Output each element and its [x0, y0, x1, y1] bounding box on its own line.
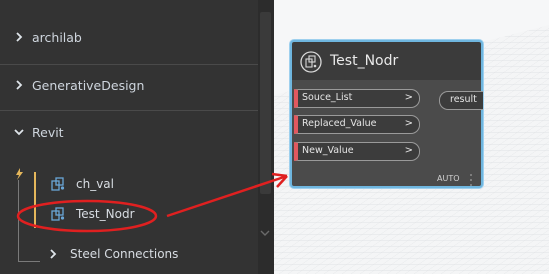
scrollbar-thumb[interactable] [260, 12, 271, 194]
library-section-generativedesign[interactable]: GenerativeDesign [0, 58, 258, 112]
input-port-replaced-value[interactable]: Replaced_Value > [294, 115, 420, 134]
port-label: Replaced_Value [302, 118, 377, 129]
chevron-right-icon [16, 32, 23, 42]
port-label: result [450, 94, 477, 105]
more-options-icon[interactable] [469, 173, 473, 187]
section-label: archilab [32, 29, 82, 45]
custom-node-icon [300, 51, 322, 73]
library-item-label: Test_Nodr [76, 207, 135, 221]
input-port-new-value[interactable]: New_Value > [294, 142, 420, 161]
section-label: Revit [32, 124, 64, 140]
library-item-steel-connections[interactable]: Steel Connections [48, 243, 178, 265]
port-arrow-icon: > [404, 118, 413, 129]
output-port-result[interactable]: result [439, 91, 483, 110]
custom-node-icon [51, 207, 65, 221]
library-item-label: Steel Connections [70, 247, 179, 261]
category-accent-bar [34, 172, 36, 228]
chevron-right-icon [16, 80, 23, 90]
section-label: GenerativeDesign [32, 77, 145, 93]
node-header[interactable]: Test_Nodr [292, 42, 481, 80]
tree-guide-line [18, 261, 40, 262]
chevron-down-icon [14, 129, 24, 136]
port-label: Souce_List [302, 92, 353, 103]
chevron-right-icon [50, 249, 57, 259]
lacing-indicator[interactable]: AUTO [437, 174, 460, 183]
create-category-icon [16, 168, 23, 180]
node-title: Test_Nodr [330, 53, 399, 69]
library-item-test-nodr[interactable]: Test_Nodr [50, 203, 135, 225]
library-item-label: ch_val [76, 177, 114, 191]
chevron-down-icon[interactable] [259, 228, 271, 238]
custom-node-icon [51, 177, 65, 191]
library-section-revit[interactable]: Revit [0, 105, 258, 159]
library-section-archilab[interactable]: archilab [0, 10, 258, 64]
library-item-ch-val[interactable]: ch_val [50, 173, 114, 195]
port-label: New_Value [302, 145, 354, 156]
port-arrow-icon: > [404, 145, 413, 156]
port-arrow-icon: > [404, 92, 413, 103]
input-port-souce-list[interactable]: Souce_List > [294, 89, 420, 108]
tree-guide-line [18, 180, 19, 262]
custom-node-test-nodr[interactable]: Test_Nodr Souce_List > Replaced_Value > … [290, 40, 483, 188]
library-panel: archilab GenerativeDesign Revit ch_val T… [0, 0, 258, 274]
